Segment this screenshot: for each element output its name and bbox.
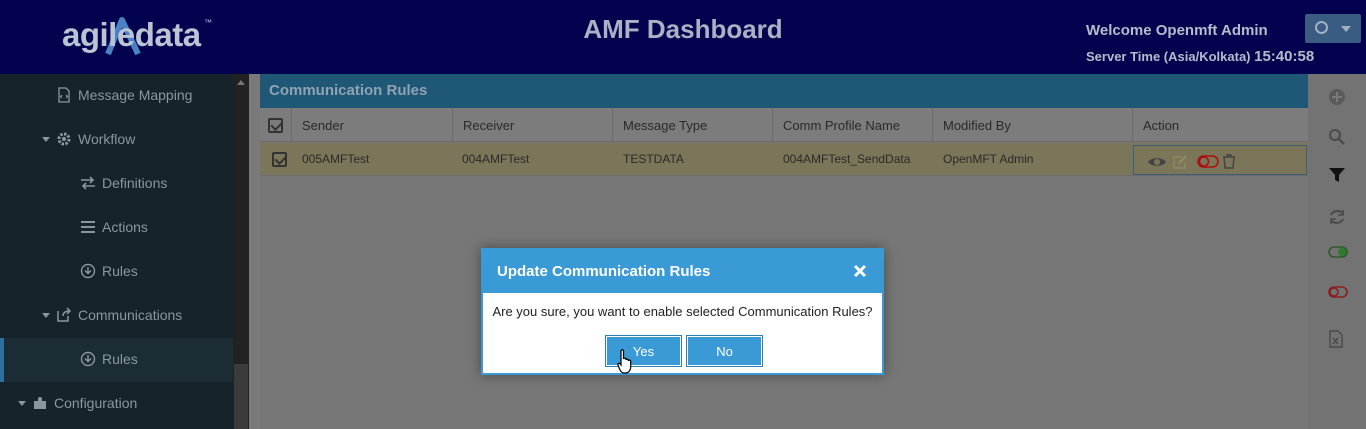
toggle-on-icon (1328, 246, 1348, 258)
caret-down-icon (42, 313, 50, 318)
cell-comm-profile: 004AMFTest_SendData (783, 152, 911, 166)
sidebar-item-definitions[interactable]: Definitions (0, 162, 233, 206)
cell-receiver: 004AMFTest (462, 152, 530, 166)
puzzle-icon (34, 397, 46, 409)
sidebar-item-label: Configuration (54, 395, 138, 411)
column-header-sender[interactable]: Sender (291, 108, 451, 142)
sidebar-item-communication-rules[interactable]: Rules (0, 338, 233, 382)
sidebar-item-actions[interactable]: Actions (0, 206, 233, 250)
column-header-modified-by[interactable]: Modified By (932, 108, 1132, 142)
caret-down-icon (42, 137, 50, 142)
cell-message-type: TESTDATA (623, 152, 684, 166)
refresh-icon (1330, 210, 1344, 224)
table-row[interactable]: 005AMFTest 004AMFTest TESTDATA 004AMFTes… (260, 143, 1308, 176)
caret-down-icon (18, 401, 26, 406)
chevron-down-icon (1341, 26, 1351, 32)
sidebar-item-label: Actions (102, 219, 148, 235)
server-time: Server Time (Asia/Kolkata) 15:40:58 (1086, 48, 1314, 65)
server-time-value: 15:40:58 (1254, 48, 1315, 65)
row-checkbox[interactable] (272, 152, 287, 167)
sidebar-scrollbar[interactable] (233, 74, 249, 429)
no-button[interactable]: No (686, 335, 763, 367)
sidebar-item-message-mapping[interactable]: Message Mapping (0, 74, 233, 118)
sidebar-item-workflow[interactable]: Workflow (0, 118, 233, 162)
table-header: Sender Receiver Message Type Comm Profil… (260, 108, 1308, 142)
filter-button[interactable] (1322, 160, 1352, 190)
action-cell (1133, 145, 1307, 175)
panel-title: Communication Rules (269, 82, 428, 99)
toggle-off-icon (1328, 286, 1348, 298)
sidebar-item-label: Message Mapping (78, 87, 193, 103)
close-icon[interactable] (852, 263, 868, 279)
server-time-label: Server Time (Asia/Kolkata) (1086, 49, 1251, 64)
filter-icon (1329, 168, 1345, 182)
share-icon (57, 307, 72, 322)
disable-button[interactable] (1322, 280, 1352, 310)
user-menu-button[interactable] (1305, 14, 1361, 43)
refresh-button[interactable] (1322, 202, 1352, 232)
scroll-up-icon[interactable] (237, 80, 245, 85)
dialog-header: Update Communication Rules (483, 250, 882, 293)
column-header-receiver[interactable]: Receiver (452, 108, 612, 142)
dialog-title: Update Communication Rules (497, 263, 711, 280)
sidebar-item-workflow-rules[interactable]: Rules (0, 250, 233, 294)
delete-trash-icon[interactable] (1222, 154, 1236, 169)
gear-icon (57, 132, 71, 146)
sidebar-item-label: Workflow (78, 131, 136, 147)
hand-cursor-icon (617, 349, 632, 374)
sidebar: Message Mapping Workflow Definitions Act… (0, 74, 233, 429)
column-header-message-type[interactable]: Message Type (612, 108, 772, 142)
scrollbar-thumb[interactable] (234, 364, 248, 429)
user-settings-icon (1315, 21, 1328, 34)
sidebar-item-label: Communications (78, 307, 183, 323)
enable-button[interactable] (1322, 240, 1352, 270)
sidebar-item-label: Definitions (102, 175, 168, 191)
column-header-action: Action (1132, 108, 1308, 142)
search-button[interactable] (1322, 122, 1352, 152)
right-toolbar (1308, 74, 1366, 429)
circle-arrow-icon (80, 351, 96, 367)
sidebar-item-configuration[interactable]: Configuration (0, 382, 233, 426)
confirm-dialog: Update Communication Rules Are you sure,… (481, 248, 884, 375)
dialog-message: Are you sure, you want to enable selecte… (492, 304, 873, 319)
add-button[interactable] (1322, 82, 1352, 112)
export-button[interactable] (1322, 324, 1352, 354)
toggle-off-icon[interactable] (1197, 155, 1219, 168)
column-header-comm-profile[interactable]: Comm Profile Name (772, 108, 932, 142)
excel-file-icon (1329, 330, 1343, 348)
circle-arrow-icon (80, 263, 96, 279)
sidebar-item-label: Rules (102, 263, 138, 279)
welcome-text: Welcome Openmft Admin (1086, 22, 1268, 39)
edit-icon[interactable] (1172, 154, 1188, 170)
sidebar-item-communications[interactable]: Communications (0, 294, 233, 338)
view-eye-icon[interactable] (1147, 156, 1167, 168)
panel-header: Communication Rules (260, 74, 1308, 108)
list-icon (81, 221, 95, 233)
plus-circle-icon (1329, 89, 1345, 105)
select-all-checkbox[interactable] (268, 118, 283, 133)
sidebar-item-label: Rules (102, 351, 138, 367)
code-file-icon (58, 87, 70, 103)
search-icon (1329, 129, 1345, 145)
top-header: agiledata ™ AMF Dashboard Welcome Openmf… (0, 0, 1366, 74)
cell-sender: 005AMFTest (302, 152, 370, 166)
cell-modified-by: OpenMFT Admin (943, 152, 1034, 166)
exchange-icon (81, 176, 95, 190)
